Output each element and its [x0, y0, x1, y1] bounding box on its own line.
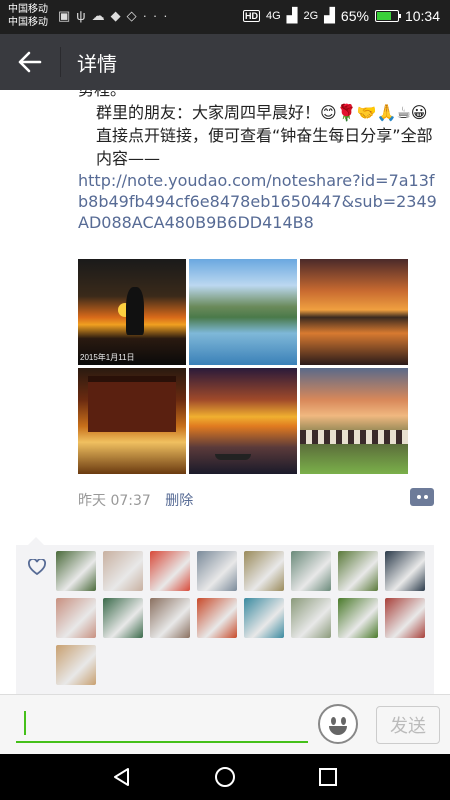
- post-meta: 昨天 07:37 删除: [78, 490, 193, 510]
- post-time: 昨天 07:37: [78, 493, 151, 509]
- moment-detail: 勇程。 群里的朋友：大家周四早晨好！😊🌹🤝🙏☕😀 直接点开链接，便可查看“钟奋生…: [0, 90, 450, 694]
- triangle-back-icon: [113, 768, 129, 786]
- system-recents-button[interactable]: [313, 762, 343, 792]
- photo-grid: 2015年1月11日: [78, 259, 408, 474]
- nav-divider: [60, 47, 61, 77]
- usb-icon: ψ: [76, 8, 92, 23]
- battery-icon: [374, 9, 401, 22]
- likes-box: [16, 537, 434, 694]
- liker-avatar[interactable]: [150, 551, 190, 591]
- circle-home-icon: [214, 767, 235, 787]
- heart-icon: [28, 559, 46, 575]
- post-link[interactable]: http://note.youdao.com/noteshare?id=7a13…: [78, 170, 438, 233]
- text-cursor: [24, 711, 26, 735]
- liker-avatar[interactable]: [385, 598, 425, 638]
- hd-badge: HD: [242, 9, 260, 22]
- liker-avatar[interactable]: [244, 598, 284, 638]
- post-instruction: 直接点开链接，便可查看“钟奋生每日分享”全部内容——: [96, 126, 433, 168]
- system-nav-bar: [0, 754, 450, 800]
- app-icon: ◆: [110, 8, 127, 23]
- photo-2[interactable]: [189, 259, 297, 365]
- carrier-line-2: 中国移动: [8, 17, 48, 28]
- battery-percent: 65%: [340, 7, 369, 24]
- cloud-icon: ☁: [91, 8, 111, 23]
- send-button[interactable]: 发送: [376, 706, 440, 744]
- liker-avatar[interactable]: [103, 598, 143, 638]
- comment-icon[interactable]: [410, 488, 434, 506]
- comment-bar: 发送: [0, 694, 450, 754]
- liker-avatar[interactable]: [338, 598, 378, 638]
- liker-avatars: [56, 551, 432, 685]
- comment-input[interactable]: [16, 709, 308, 743]
- image-icon: ▣: [58, 8, 77, 23]
- liker-avatar[interactable]: [244, 551, 284, 591]
- system-home-button[interactable]: [210, 762, 240, 792]
- liker-avatar[interactable]: [56, 598, 96, 638]
- back-button[interactable]: [0, 34, 60, 90]
- status-bar: 中国移动 中国移动 ▣ψ☁◆◇··· HD 4G ▟ 2G ▟ 65% 10:3…: [0, 0, 450, 34]
- system-back-button[interactable]: [107, 762, 137, 792]
- shield-icon: ◇: [126, 8, 143, 23]
- photo-5[interactable]: [189, 368, 297, 474]
- liker-avatar[interactable]: [197, 598, 237, 638]
- photo-3[interactable]: [300, 259, 408, 365]
- signal-bars-icon-2: ▟: [324, 7, 335, 23]
- liker-avatar[interactable]: [56, 645, 96, 685]
- photo-6[interactable]: [300, 368, 408, 474]
- emoji-button[interactable]: [318, 704, 358, 744]
- liker-avatar[interactable]: [56, 551, 96, 591]
- signal-2: 2G: [303, 9, 319, 22]
- liker-avatar[interactable]: [103, 551, 143, 591]
- nav-bar: 详情: [0, 34, 450, 90]
- page-title: 详情: [77, 51, 117, 76]
- liker-avatar[interactable]: [291, 551, 331, 591]
- photo-1[interactable]: 2015年1月11日: [78, 259, 186, 365]
- carrier-info: 中国移动 中国移动: [8, 3, 48, 29]
- liker-avatar[interactable]: [385, 551, 425, 591]
- liker-avatar[interactable]: [197, 551, 237, 591]
- liker-avatar[interactable]: [338, 551, 378, 591]
- square-recents-icon: [319, 768, 338, 786]
- liker-avatar[interactable]: [291, 598, 331, 638]
- clock: 10:34: [404, 7, 440, 24]
- liker-avatar[interactable]: [150, 598, 190, 638]
- post-line-top: 勇程。: [78, 90, 438, 101]
- status-right: HD 4G ▟ 2G ▟ 65% 10:34: [242, 7, 440, 24]
- signal-1: 4G: [265, 9, 281, 22]
- post-text: 勇程。 群里的朋友：大家周四早晨好！😊🌹🤝🙏☕😀 直接点开链接，便可查看“钟奋生…: [78, 90, 438, 233]
- photo-date: 2015年1月11日: [80, 353, 135, 362]
- signal-bars-icon: ▟: [286, 7, 298, 23]
- post-greeting: 群里的朋友：大家周四早晨好！😊🌹🤝🙏☕😀: [96, 103, 428, 122]
- back-arrow-icon: [18, 51, 42, 73]
- notification-icons: ▣ψ☁◆◇···: [58, 8, 174, 24]
- delete-link[interactable]: 删除: [165, 493, 193, 509]
- more-icon: ···: [142, 8, 174, 23]
- carrier-line-1: 中国移动: [8, 4, 48, 15]
- photo-4[interactable]: [78, 368, 186, 474]
